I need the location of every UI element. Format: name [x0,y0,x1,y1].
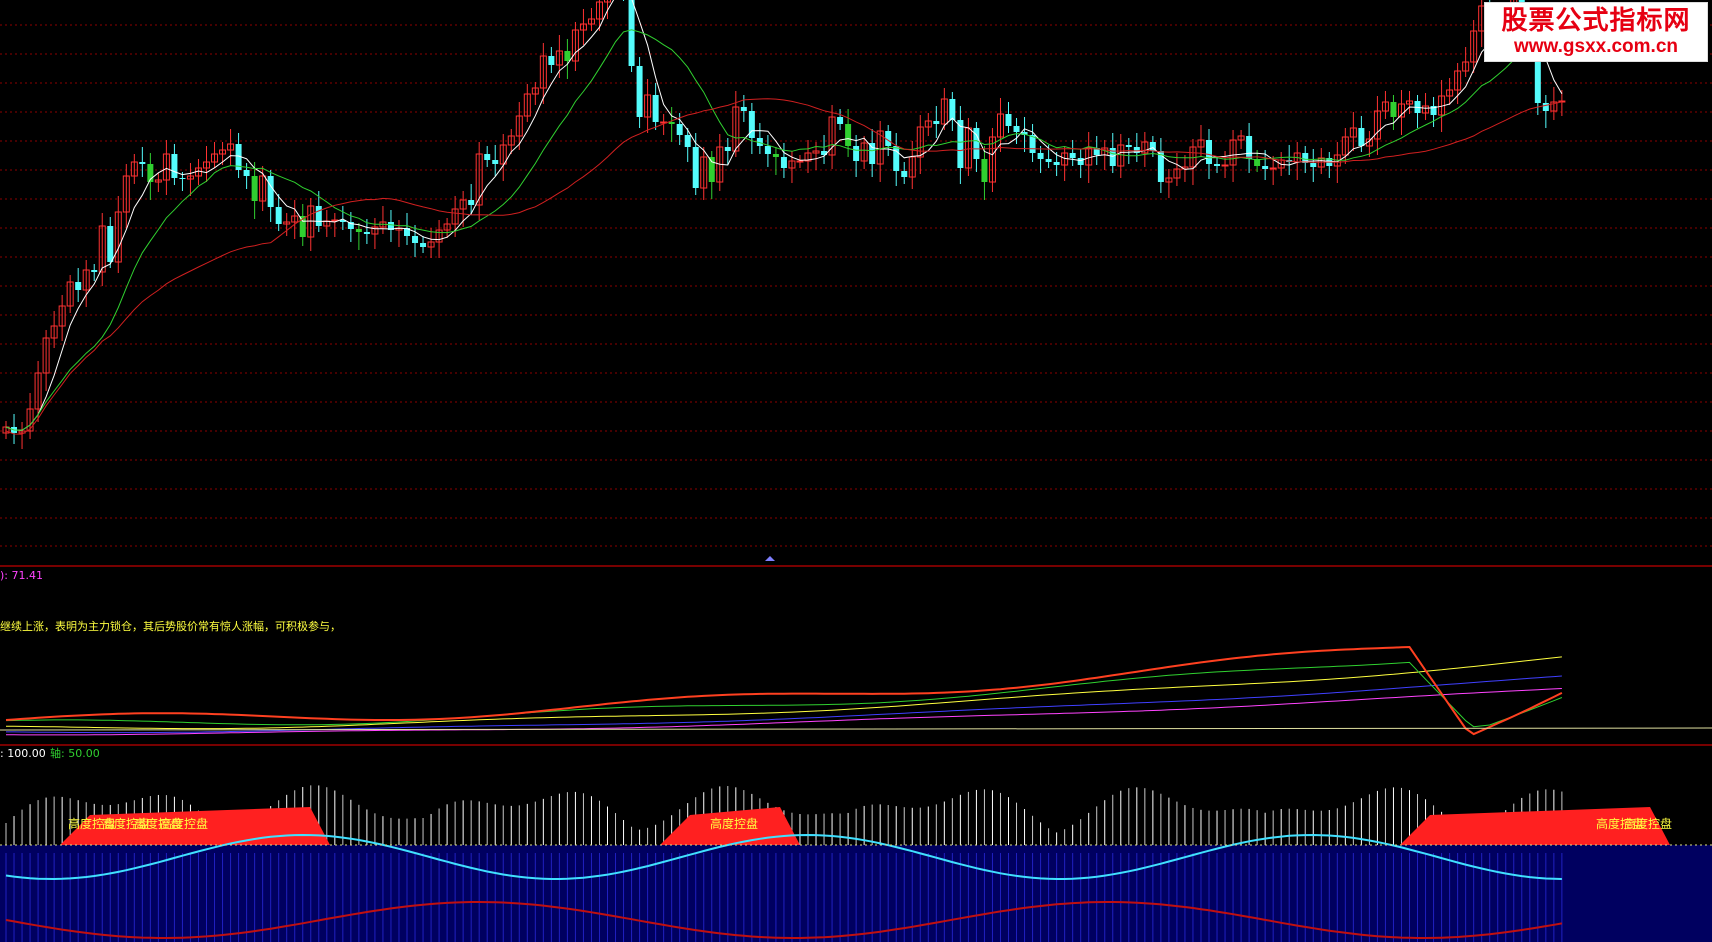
candle-body-down [412,236,419,243]
candle-body-down [853,146,860,161]
candle-body-down [668,122,675,124]
candle-body-up [1221,164,1229,167]
candle-body-down [1206,140,1212,164]
candle-body-down [251,176,258,201]
control-annotation: 高度控盘 [1624,816,1672,831]
candle-body-down [692,147,699,188]
candle-body-down [363,232,370,234]
candle-body-down [355,229,362,232]
candle-body-down [981,159,988,182]
candle-body-down [484,154,491,160]
candle-body-down [845,124,852,146]
candle-body-down [628,0,635,66]
candle-body-down [748,111,755,138]
control-annotation: 高度控盘 [710,816,758,831]
candle-body-down [652,95,659,122]
candle-body-down [1005,114,1012,126]
candle-body-down [901,171,908,177]
candle-body-down [75,282,82,290]
indicator-line-red [5,645,1563,736]
candle-body-down [740,107,747,111]
candle-body-down [275,207,282,224]
candle-body-down [933,121,940,124]
candle-body-down [1037,153,1044,159]
candle-body-down [636,66,643,117]
watermark-logo: 股票公式指标网 www.gsxx.com.cn [1484,2,1708,62]
panel3-value: : 100.00 [0,747,46,760]
candle-body-down [1053,162,1060,165]
candle-body-down [708,157,715,182]
candle-body-down [949,99,956,120]
ma-mid-line [5,29,1563,431]
candle-body-down [724,147,731,151]
candle-body-down [1390,102,1397,117]
candle-body-down [764,146,771,154]
candle-body-down [1542,103,1549,111]
candle-body-down [1246,136,1253,159]
watermark-url: www.gsxx.com.cn [1513,36,1678,57]
candle-body-down [772,154,779,157]
candle-body-down [1045,159,1052,162]
candle-body-down [420,243,427,247]
candle-body-down [1077,158,1084,165]
candle-body-down [1013,126,1020,132]
candle-body-down [1310,163,1317,167]
panel3-axis: 轴: 50.00 [50,746,100,760]
candle-body-down [91,270,98,272]
watermark-title: 股票公式指标网 [1501,6,1691,36]
candle-body-down [243,170,250,176]
candle-body-down [1358,128,1365,146]
candle-body-down [1125,145,1132,147]
candle-body-down [139,162,146,164]
control-annotation: 高度控盘 [160,816,208,831]
cursor-marker [765,556,775,561]
candle-body-down [837,117,844,124]
candle-body-down [492,160,499,164]
candle-body-down [468,200,475,205]
ma-short-line [5,0,1563,431]
candle-body-down [1069,153,1076,158]
panel2-description: 继续上涨，表明为主力锁仓，其后势股价常有惊人涨幅，可积极参与， [0,619,341,633]
candle-body-down [869,143,876,164]
candle-body-down [780,157,787,168]
candle-body-down [267,176,274,207]
candle-body-down [1262,166,1269,169]
candle-body-up [796,160,804,163]
candle-body-down [179,178,186,179]
candle-body-down [548,56,555,65]
stock-chart: ): 71.41 继续上涨，表明为主力锁仓，其后势股价常有惊人涨幅，可积极参与，:… [0,0,1712,942]
candle-body-up [1269,167,1277,170]
candle-body-down [315,206,322,226]
candle-body-down [171,154,178,178]
candle-body-down [107,226,114,262]
candle-body-down [893,146,900,171]
candle-body-down [684,135,691,147]
panel2-value: ): 71.41 [0,569,43,582]
candle-body-down [564,51,571,61]
candle-body-down [676,124,683,135]
candle-body-down [1214,164,1221,166]
